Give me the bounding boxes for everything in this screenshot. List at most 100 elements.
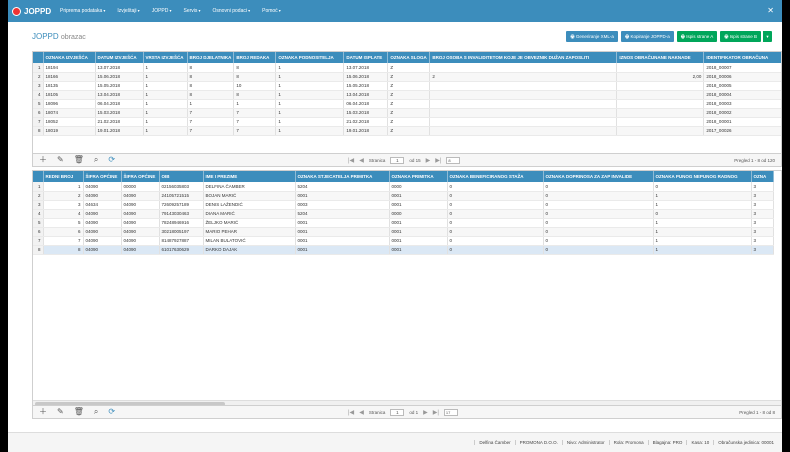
table-cell: 0 [653, 182, 752, 192]
edit-icon[interactable]: ✎ [57, 156, 64, 164]
column-header[interactable]: BROJ DJELATNIKA [187, 52, 235, 63]
page-size-select[interactable]: 17 [443, 408, 458, 416]
prev-page-icon[interactable]: ◀ [359, 409, 364, 416]
page-size-select[interactable]: 8 [446, 156, 461, 164]
copy-joppd-button[interactable]: 🖶 Kopiranje JOPPD-a [620, 31, 674, 42]
close-icon[interactable]: ✕ [767, 6, 774, 15]
column-header[interactable]: OZNAKA PRIMITKA [389, 171, 448, 182]
bottom-grid-pager: ＋ ✎ 🗑 ⌕ ⟳ |◀ ◀ Stranica 1 od 1 ▶ ▶| 17 P… [32, 406, 782, 419]
page-input[interactable]: 1 [390, 156, 405, 164]
table-cell: 04090 [83, 191, 122, 201]
table-row[interactable]: 5 18096 06.04.2018 1 1 1 1 06.04.2018 Z 2018_0000… [33, 99, 781, 109]
page-count: od 1 [409, 409, 419, 415]
row-number: 4 [33, 209, 44, 219]
table-cell: 8 [187, 90, 235, 100]
trash-icon[interactable]: 🗑 [74, 408, 84, 416]
menu-izvjestaji[interactable]: Izvještaji [117, 8, 139, 14]
table-cell: 1 [43, 182, 84, 192]
table-row[interactable]: 2 18166 15.06.2018 1 8 8 1 15.06.2018 Z 2 2,00 2018… [33, 72, 781, 82]
table-row[interactable]: 2 2 04090 04090 24105721515 BOJAN MARIĆ 0001 00… [33, 191, 774, 201]
table-cell: 1 [275, 117, 345, 127]
table-row[interactable]: 8 18019 19.01.2018 1 7 7 1 19.01.2018 Z 2017_0002… [33, 126, 781, 136]
edit-icon[interactable]: ✎ [57, 408, 64, 416]
column-header[interactable]: VRSTA IZVJEŠĆA [143, 52, 188, 63]
table-cell: 8 [233, 63, 277, 73]
column-header[interactable]: OZNAKA IZVJEŠĆA [43, 52, 96, 63]
table-row[interactable]: 3 3 04634 04090 72609257189 DENIS LAŽENDIĆ 000… [33, 200, 774, 210]
column-header[interactable]: BROJ REDAKA [233, 52, 277, 63]
status-register: Kasa: 10 [686, 440, 713, 445]
page-label: Stranica [368, 157, 386, 163]
table-cell: 1 [143, 72, 188, 82]
trash-icon[interactable]: 🗑 [74, 156, 84, 164]
table-row[interactable]: 1 1 04090 00000 02156035803 DELFINA ČAMBER 520… [33, 182, 774, 192]
menu-joppd[interactable]: JOPPD [152, 8, 172, 14]
first-page-icon[interactable]: |◀ [348, 409, 354, 416]
column-header[interactable]: IME I PREZIME [203, 171, 296, 182]
refresh-icon[interactable]: ⟳ [108, 408, 115, 416]
column-header[interactable]: OZNAKA BENEFICIRANOG STAŽA [447, 171, 544, 182]
column-header[interactable]: DATUM IZVJEŠĆA [95, 52, 144, 63]
table-cell: 81487927887 [159, 236, 204, 246]
search-icon[interactable]: ⌕ [94, 156, 98, 164]
table-cell: 18194 [43, 63, 96, 73]
last-page-icon[interactable]: ▶| [433, 409, 439, 416]
add-icon[interactable]: ＋ [39, 156, 47, 164]
column-header[interactable]: ŠIFRA OPĆINE [83, 171, 122, 182]
table-cell: 04090 [83, 209, 122, 219]
prev-page-icon[interactable]: ◀ [359, 157, 364, 164]
table-row[interactable]: 6 6 04090 04090 30218005197 MARIO PEHAR 0001 00… [33, 227, 774, 237]
first-page-icon[interactable]: |◀ [348, 157, 354, 164]
column-header[interactable]: IZNOS OBRAČUNANE NAKNADE [616, 52, 705, 63]
table-cell: 0001 [389, 200, 448, 210]
print-dropdown-button[interactable]: ▾ [762, 31, 772, 42]
column-header[interactable] [33, 171, 44, 182]
column-header[interactable]: OZNAKA DOPRINOSA ZA ZAP INVALIDE [543, 171, 654, 182]
app-logo[interactable]: JOPPD [8, 6, 60, 16]
table-cell: 04090 [121, 209, 160, 219]
table-row[interactable]: 5 5 04090 04090 78248946916 ŽELJKO MARIĆ 0001 0… [33, 218, 774, 228]
menu-priprema-podataka[interactable]: Priprema podataka [60, 8, 105, 14]
table-row[interactable]: 7 7 04090 04090 81487927887 MILAN BULATOVIĆ 00… [33, 236, 774, 246]
table-row[interactable]: 3 18135 15.05.2018 1 8 10 1 15.05.2018 Z 2018_000… [33, 81, 781, 91]
table-row[interactable]: 8 8 04090 04090 61017630629 DARKO DAJAK 0001 00… [33, 245, 774, 255]
page-input[interactable]: 1 [390, 408, 405, 416]
column-header[interactable]: OZNAKA PODNOSITELJA [275, 52, 345, 63]
column-header[interactable]: ŠIFRA OPĆINE [121, 171, 160, 182]
table-cell: 18135 [43, 81, 96, 91]
column-header[interactable]: OZNA [751, 171, 774, 182]
table-row[interactable]: 6 18074 15.03.2018 1 7 7 1 15.03.2018 Z 2018_0000… [33, 108, 781, 118]
column-header[interactable]: DATUM ISPLATE [343, 52, 389, 63]
column-header[interactable]: OZNAKA PUNOG NEPUNOG RADNOG [653, 171, 752, 182]
table-cell [429, 99, 618, 109]
employees-table: REDNI BROJ ŠIFRA OPĆINE ŠIFRA OPĆINE OIB IME… [33, 171, 774, 255]
table-cell: 0 [447, 227, 544, 237]
row-number: 8 [33, 126, 44, 136]
column-header[interactable]: REDNI BROJ [43, 171, 84, 182]
column-header[interactable] [33, 52, 44, 63]
menu-pomoc[interactable]: Pomoć [262, 8, 281, 14]
print-b-button[interactable]: 🖶 Ispis strane B [720, 31, 761, 42]
add-icon[interactable]: ＋ [39, 408, 47, 416]
table-row[interactable]: 4 18105 13.04.2018 1 8 8 1 13.04.2018 Z 2018_0000… [33, 90, 781, 100]
table-cell: 0001 [295, 191, 390, 201]
column-header[interactable]: BROJ OSOBA S INVALIDITETOM KOJE JE OBVEZ… [429, 52, 618, 63]
status-user: Delfina Čamber [474, 440, 514, 445]
menu-servis[interactable]: Servis [183, 8, 200, 14]
table-row[interactable]: 4 4 04090 04090 79143030463 DIANA MARIĆ 5204 00… [33, 209, 774, 219]
last-page-icon[interactable]: ▶| [435, 157, 441, 164]
table-cell: 2 [43, 191, 84, 201]
next-page-icon[interactable]: ▶ [423, 409, 428, 416]
column-header[interactable]: IDENTIFIKATOR OBRAČUNA [703, 52, 781, 63]
refresh-icon[interactable]: ⟳ [108, 156, 115, 164]
table-row[interactable]: 7 18052 21.02.2018 1 7 7 1 21.02.2018 Z 2018_0000… [33, 117, 781, 127]
generate-xml-button[interactable]: 🖶 Generiranje XML-a [566, 31, 618, 42]
print-a-button[interactable]: 🖶 Ispis strane A [676, 31, 718, 42]
menu-osnovni-podaci[interactable]: Osnovni podaci [213, 8, 251, 14]
table-row[interactable]: 1 18194 13.07.2018 1 8 8 1 13.07.2018 Z 2018_0000… [33, 63, 781, 73]
column-header[interactable]: OZNAKA STJECATELJA PRIMITKA [295, 171, 390, 182]
column-header[interactable]: OIB [159, 171, 204, 182]
search-icon[interactable]: ⌕ [94, 408, 98, 416]
next-page-icon[interactable]: ▶ [426, 157, 431, 164]
column-header[interactable]: OZNAKA SLOGA [387, 52, 431, 63]
